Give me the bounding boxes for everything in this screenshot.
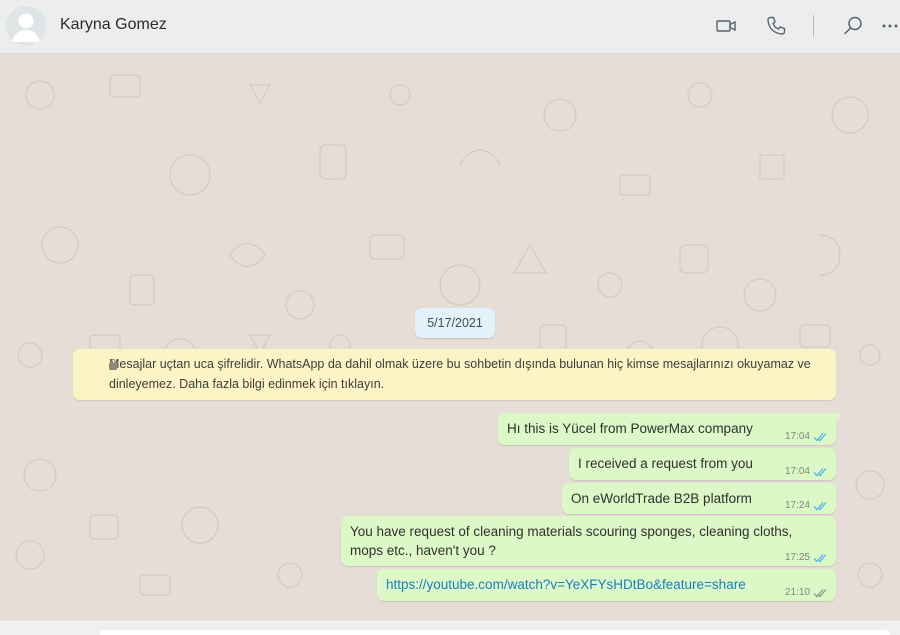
composer-bar (0, 620, 900, 635)
double-tick-read-icon (813, 553, 827, 562)
lock-icon (109, 358, 117, 370)
header-divider (813, 15, 814, 37)
more-options-icon[interactable] (880, 14, 900, 38)
voice-call-icon[interactable] (764, 14, 788, 38)
message-text: I received a request from you (578, 456, 753, 471)
search-icon[interactable] (841, 14, 865, 38)
chat-header: Karyna Gomez (0, 0, 900, 54)
message-text: Hı this is Yücel from PowerMax company (507, 421, 753, 436)
message-time: 17:04 (784, 466, 810, 477)
message-time: 21:10 (784, 587, 810, 598)
encryption-notice[interactable]: Mesajlar uçtan uca şifrelidir. WhatsApp … (73, 349, 836, 400)
double-tick-read-icon (813, 467, 827, 476)
double-tick-read-icon (813, 501, 827, 510)
avatar[interactable] (6, 6, 46, 46)
message-time: 17:25 (784, 552, 810, 563)
bubble-tail (834, 413, 842, 423)
message-time: 17:24 (784, 500, 810, 511)
double-tick-delivered-icon (813, 588, 827, 597)
message-bubble[interactable]: You have request of cleaning materials s… (341, 516, 836, 566)
message-bubble[interactable]: I received a request from you 17:04 (569, 448, 836, 480)
message-text: On eWorldTrade B2B platform (571, 491, 752, 506)
video-call-icon[interactable] (714, 14, 738, 38)
double-tick-read-icon (813, 432, 827, 441)
message-input[interactable] (100, 630, 890, 635)
chat-area[interactable]: 5/17/2021 Mesajlar uçtan uca şifrelidir.… (0, 55, 900, 620)
message-time: 17:04 (784, 431, 810, 442)
message-bubble[interactable]: Hı this is Yücel from PowerMax company 1… (498, 413, 836, 445)
encryption-notice-text: Mesajlar uçtan uca şifrelidir. WhatsApp … (109, 357, 811, 391)
contact-name[interactable]: Karyna Gomez (60, 16, 167, 34)
date-chip: 5/17/2021 (415, 308, 495, 338)
message-bubble[interactable]: On eWorldTrade B2B platform 17:24 (562, 483, 836, 514)
message-bubble[interactable]: https://youtube.com/watch?v=YeXFYsHDtBo&… (377, 569, 836, 601)
message-text: You have request of cleaning materials s… (350, 524, 793, 558)
message-link[interactable]: https://youtube.com/watch?v=YeXFYsHDtBo&… (386, 577, 746, 592)
